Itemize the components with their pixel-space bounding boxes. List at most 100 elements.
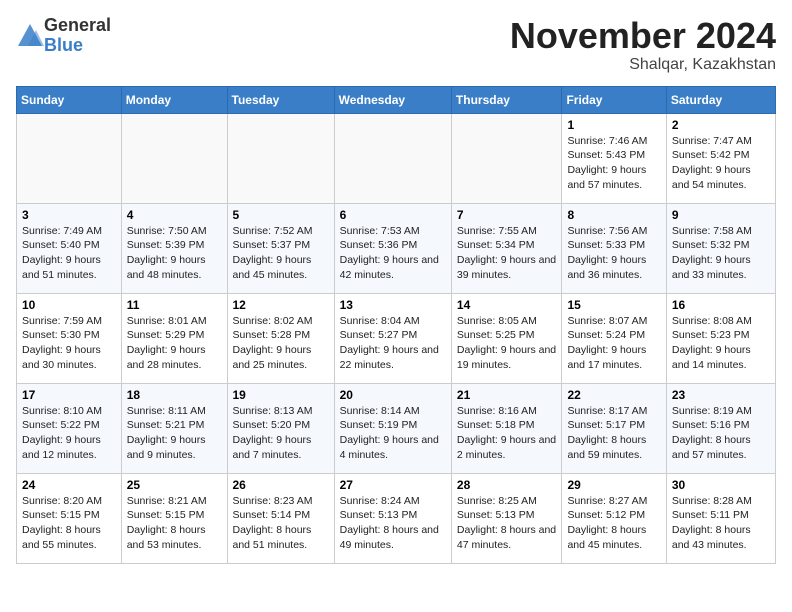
calendar-cell: 2 Sunrise: 7:47 AMSunset: 5:42 PMDaylight…	[666, 113, 775, 203]
cell-info: Sunrise: 7:47 AMSunset: 5:42 PMDaylight:…	[672, 134, 770, 193]
calendar-cell: 12Sunrise: 8:02 AMSunset: 5:28 PMDayligh…	[227, 293, 334, 383]
day-number: 6	[340, 208, 446, 222]
calendar-cell: 28 Sunrise: 8:25 AMSunset: 5:13 PMDayligh…	[451, 473, 562, 563]
calendar-cell: 1 Sunrise: 7:46 AMSunset: 5:43 PMDaylight…	[562, 113, 666, 203]
day-number: 7	[457, 208, 557, 222]
day-number: 27	[340, 478, 446, 492]
location-title: Shalqar, Kazakhstan	[510, 56, 776, 74]
cell-info: Sunrise: 8:25 AMSunset: 5:13 PMDaylight:…	[457, 494, 557, 553]
calendar-cell: 7 Sunrise: 7:55 AMSunset: 5:34 PMDaylight…	[451, 203, 562, 293]
day-number: 15	[567, 298, 660, 312]
cell-info: Sunrise: 7:59 AMSunset: 5:30 PMDaylight:…	[22, 314, 116, 373]
day-number: 21	[457, 388, 557, 402]
day-number: 2	[672, 118, 770, 132]
day-number: 20	[340, 388, 446, 402]
cell-info: Sunrise: 8:24 AMSunset: 5:13 PMDaylight:…	[340, 494, 446, 553]
day-number: 16	[672, 298, 770, 312]
logo-icon	[16, 22, 44, 50]
cell-info: Sunrise: 8:19 AMSunset: 5:16 PMDaylight:…	[672, 404, 770, 463]
calendar-cell	[334, 113, 451, 203]
day-of-week-header: Monday	[121, 86, 227, 113]
cell-info: Sunrise: 8:28 AMSunset: 5:11 PMDaylight:…	[672, 494, 770, 553]
cell-info: Sunrise: 8:27 AMSunset: 5:12 PMDaylight:…	[567, 494, 660, 553]
day-number: 25	[127, 478, 222, 492]
cell-info: Sunrise: 8:01 AMSunset: 5:29 PMDaylight:…	[127, 314, 222, 373]
day-number: 1	[567, 118, 660, 132]
title-area: November 2024 Shalqar, Kazakhstan	[510, 16, 776, 74]
day-of-week-header: Friday	[562, 86, 666, 113]
day-number: 9	[672, 208, 770, 222]
cell-info: Sunrise: 7:58 AMSunset: 5:32 PMDaylight:…	[672, 224, 770, 283]
calendar-week-row: 3Sunrise: 7:49 AMSunset: 5:40 PMDaylight…	[17, 203, 776, 293]
cell-info: Sunrise: 8:05 AMSunset: 5:25 PMDaylight:…	[457, 314, 557, 373]
calendar-cell: 22 Sunrise: 8:17 AMSunset: 5:17 PMDayligh…	[562, 383, 666, 473]
calendar-cell: 26 Sunrise: 8:23 AMSunset: 5:14 PMDayligh…	[227, 473, 334, 563]
calendar-cell: 9 Sunrise: 7:58 AMSunset: 5:32 PMDaylight…	[666, 203, 775, 293]
cell-info: Sunrise: 8:23 AMSunset: 5:14 PMDaylight:…	[233, 494, 329, 553]
calendar-cell: 23 Sunrise: 8:19 AMSunset: 5:16 PMDayligh…	[666, 383, 775, 473]
day-number: 28	[457, 478, 557, 492]
calendar-cell: 14 Sunrise: 8:05 AMSunset: 5:25 PMDayligh…	[451, 293, 562, 383]
calendar-cell: 30Sunrise: 8:28 AMSunset: 5:11 PMDayligh…	[666, 473, 775, 563]
cell-info: Sunrise: 7:46 AMSunset: 5:43 PMDaylight:…	[567, 134, 660, 193]
day-of-week-header: Sunday	[17, 86, 122, 113]
day-number: 14	[457, 298, 557, 312]
calendar-cell: 19 Sunrise: 8:13 AMSunset: 5:20 PMDayligh…	[227, 383, 334, 473]
day-number: 19	[233, 388, 329, 402]
cell-info: Sunrise: 8:16 AMSunset: 5:18 PMDaylight:…	[457, 404, 557, 463]
cell-info: Sunrise: 8:20 AMSunset: 5:15 PMDaylight:…	[22, 494, 116, 553]
calendar-week-row: 10 Sunrise: 7:59 AMSunset: 5:30 PMDayligh…	[17, 293, 776, 383]
cell-info: Sunrise: 7:52 AMSunset: 5:37 PMDaylight:…	[233, 224, 329, 283]
day-number: 11	[127, 298, 222, 312]
cell-info: Sunrise: 7:50 AMSunset: 5:39 PMDaylight:…	[127, 224, 222, 283]
cell-info: Sunrise: 7:55 AMSunset: 5:34 PMDaylight:…	[457, 224, 557, 283]
logo: General Blue	[16, 16, 111, 56]
day-number: 8	[567, 208, 660, 222]
cell-info: Sunrise: 8:13 AMSunset: 5:20 PMDaylight:…	[233, 404, 329, 463]
calendar-week-row: 17Sunrise: 8:10 AMSunset: 5:22 PMDayligh…	[17, 383, 776, 473]
calendar-cell: 18Sunrise: 8:11 AMSunset: 5:21 PMDayligh…	[121, 383, 227, 473]
calendar-cell: 29Sunrise: 8:27 AMSunset: 5:12 PMDayligh…	[562, 473, 666, 563]
day-number: 4	[127, 208, 222, 222]
cell-info: Sunrise: 8:07 AMSunset: 5:24 PMDaylight:…	[567, 314, 660, 373]
calendar-week-row: 1 Sunrise: 7:46 AMSunset: 5:43 PMDaylight…	[17, 113, 776, 203]
day-of-week-header: Thursday	[451, 86, 562, 113]
calendar-cell: 25 Sunrise: 8:21 AMSunset: 5:15 PMDayligh…	[121, 473, 227, 563]
day-of-week-header: Saturday	[666, 86, 775, 113]
calendar-table: SundayMondayTuesdayWednesdayThursdayFrid…	[16, 86, 776, 564]
calendar-cell: 27 Sunrise: 8:24 AMSunset: 5:13 PMDayligh…	[334, 473, 451, 563]
day-number: 24	[22, 478, 116, 492]
calendar-cell	[451, 113, 562, 203]
calendar-week-row: 24 Sunrise: 8:20 AMSunset: 5:15 PMDayligh…	[17, 473, 776, 563]
calendar-cell: 5Sunrise: 7:52 AMSunset: 5:37 PMDaylight…	[227, 203, 334, 293]
calendar-cell: 6Sunrise: 7:53 AMSunset: 5:36 PMDaylight…	[334, 203, 451, 293]
calendar-cell: 3Sunrise: 7:49 AMSunset: 5:40 PMDaylight…	[17, 203, 122, 293]
cell-info: Sunrise: 7:56 AMSunset: 5:33 PMDaylight:…	[567, 224, 660, 283]
calendar-cell: 4 Sunrise: 7:50 AMSunset: 5:39 PMDaylight…	[121, 203, 227, 293]
calendar-cell	[121, 113, 227, 203]
calendar-cell	[227, 113, 334, 203]
day-number: 22	[567, 388, 660, 402]
calendar-cell: 11 Sunrise: 8:01 AMSunset: 5:29 PMDayligh…	[121, 293, 227, 383]
day-number: 18	[127, 388, 222, 402]
day-number: 23	[672, 388, 770, 402]
calendar-cell: 10 Sunrise: 7:59 AMSunset: 5:30 PMDayligh…	[17, 293, 122, 383]
cell-info: Sunrise: 8:04 AMSunset: 5:27 PMDaylight:…	[340, 314, 446, 373]
day-number: 26	[233, 478, 329, 492]
day-number: 3	[22, 208, 116, 222]
calendar-cell: 24 Sunrise: 8:20 AMSunset: 5:15 PMDayligh…	[17, 473, 122, 563]
calendar-cell: 15 Sunrise: 8:07 AMSunset: 5:24 PMDayligh…	[562, 293, 666, 383]
cell-info: Sunrise: 8:17 AMSunset: 5:17 PMDaylight:…	[567, 404, 660, 463]
day-number: 12	[233, 298, 329, 312]
day-of-week-header: Tuesday	[227, 86, 334, 113]
cell-info: Sunrise: 8:14 AMSunset: 5:19 PMDaylight:…	[340, 404, 446, 463]
cell-info: Sunrise: 8:21 AMSunset: 5:15 PMDaylight:…	[127, 494, 222, 553]
logo-blue-text: Blue	[44, 35, 83, 55]
calendar-cell: 16Sunrise: 8:08 AMSunset: 5:23 PMDayligh…	[666, 293, 775, 383]
logo-general-text: General	[44, 15, 111, 35]
calendar-cell: 13 Sunrise: 8:04 AMSunset: 5:27 PMDayligh…	[334, 293, 451, 383]
day-number: 13	[340, 298, 446, 312]
day-number: 17	[22, 388, 116, 402]
month-title: November 2024	[510, 16, 776, 56]
day-number: 10	[22, 298, 116, 312]
